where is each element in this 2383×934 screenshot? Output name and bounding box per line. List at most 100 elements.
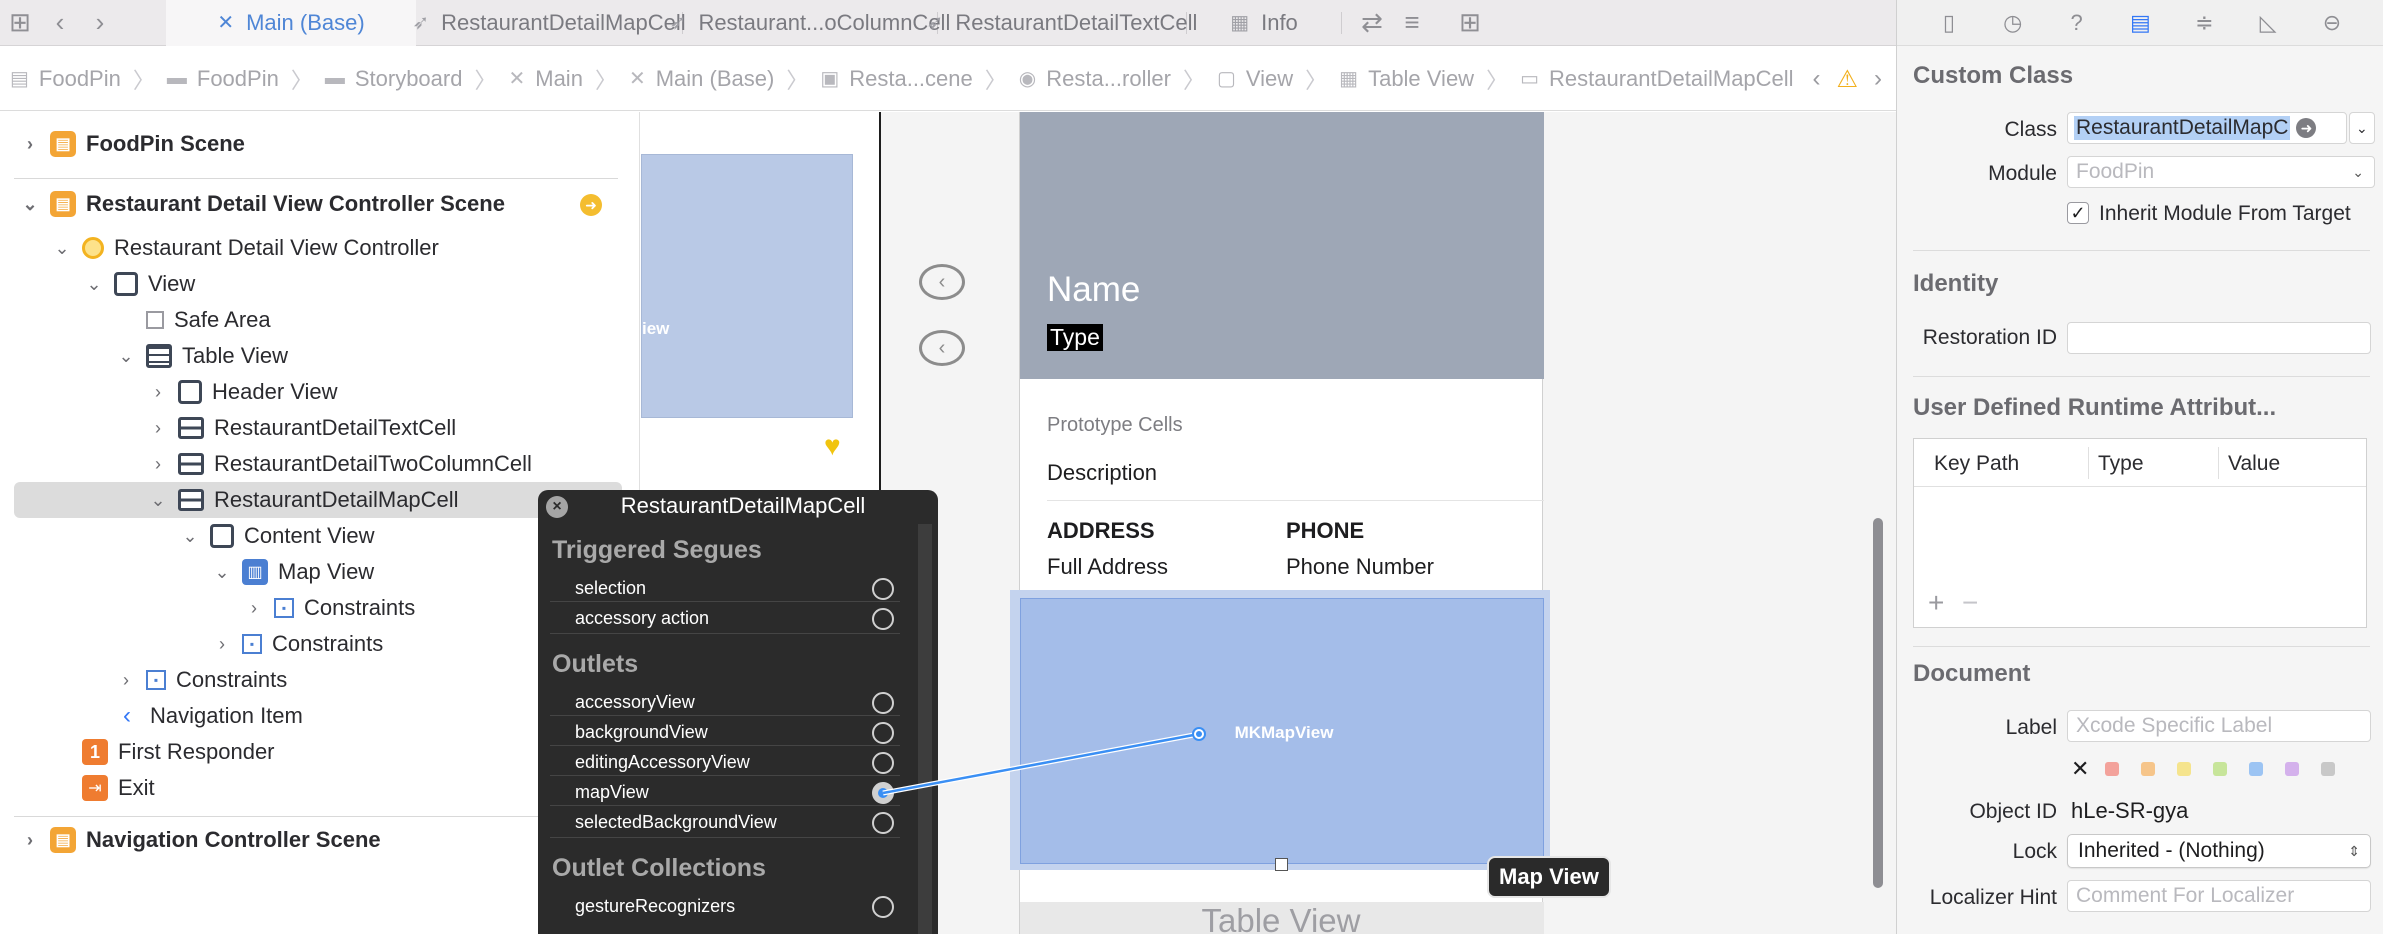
restaurant-detail-scene[interactable]: Name Type Prototype Cells Description AD… [1010, 112, 1550, 934]
previous-issue-icon[interactable]: ‹ [1812, 65, 1820, 93]
outline-content-view[interactable]: ⌄ Content View [178, 518, 374, 554]
segue-accessory-action-circle[interactable] [872, 608, 894, 630]
label-color-orange[interactable] [2141, 762, 2155, 776]
outline-foodpin-scene[interactable]: › ▤ FoodPin Scene [18, 126, 245, 162]
document-label-field[interactable]: Xcode Specific Label [2067, 710, 2371, 742]
udra-column-type[interactable]: Type [2098, 452, 2144, 476]
back-icon[interactable]: ‹ [40, 0, 80, 46]
full-address-label[interactable]: Full Address [1047, 554, 1168, 580]
segue-selection-circle[interactable] [872, 578, 894, 600]
heart-icon[interactable]: ♥ [824, 430, 841, 462]
label-color-yellow[interactable] [2177, 762, 2191, 776]
breadcrumb-view[interactable]: ▢ View 〉 [1217, 63, 1339, 95]
disclosure-open-icon[interactable]: ⌄ [50, 238, 74, 259]
go-to-class-icon[interactable]: ➜ [2296, 118, 2317, 138]
outline-text-cell[interactable]: › RestaurantDetailTextCell [146, 410, 456, 446]
outline-restaurant-detail-scene[interactable]: ⌄ ▤ Restaurant Detail View Controller Sc… [18, 186, 505, 222]
outlet-map-view-circle[interactable] [872, 782, 894, 804]
connections-inspector-icon[interactable]: ⊖ [2314, 10, 2350, 36]
outlet-accessory-view-circle[interactable] [872, 692, 894, 714]
outline-header-view[interactable]: › Header View [146, 374, 338, 410]
tab-main-base[interactable]: ✕ Main (Base) [166, 0, 416, 46]
resize-handle[interactable] [1275, 858, 1288, 871]
add-attribute-icon[interactable]: + [1928, 587, 1944, 619]
udra-column-key-path[interactable]: Key Path [1934, 452, 2019, 476]
label-color-purple[interactable] [2285, 762, 2299, 776]
header-type-label[interactable]: Type [1047, 324, 1103, 351]
outline-map-cell[interactable]: ⌄ RestaurantDetailMapCell [146, 482, 458, 518]
outline-table-view[interactable]: ⌄ Table View [114, 338, 288, 374]
next-issue-icon[interactable]: › [1874, 65, 1882, 93]
breadcrumb-table-view[interactable]: ▦ Table View 〉 [1339, 63, 1520, 95]
add-editor-icon[interactable]: ⊞ [1450, 0, 1490, 46]
clear-color-icon[interactable]: ✕ [2071, 756, 2089, 782]
file-inspector-icon[interactable]: ▯ [1931, 10, 1967, 36]
disclosure-closed-icon[interactable]: › [210, 634, 234, 655]
breadcrumb-storyboard-folder[interactable]: ▬ Storyboard 〉 [325, 63, 509, 95]
outline-navigation-item[interactable]: ‹ Navigation Item [82, 698, 303, 734]
outlet-selected-background-view-circle[interactable] [872, 812, 894, 834]
header-name-label[interactable]: Name [1047, 270, 1140, 310]
history-inspector-icon[interactable]: ◷ [1995, 10, 2031, 36]
disclosure-open-icon[interactable]: ⌄ [146, 490, 170, 511]
inherit-module-checkbox[interactable]: ✓ [2067, 202, 2089, 224]
lines-icon[interactable]: ≡ [1392, 0, 1432, 46]
segue-connection-icon[interactable]: ‹ [919, 264, 965, 300]
outline-content-constraints[interactable]: › ▪ Constraints [210, 626, 383, 662]
outline-exit[interactable]: ⇥ Exit [50, 770, 155, 806]
scene-entry-arrow-icon[interactable]: ➜ [580, 194, 602, 216]
tab-restaurant-detail-text-cell[interactable]: ➶ RestaurantDetailTextCell [927, 0, 1198, 46]
disclosure-closed-icon[interactable]: › [18, 134, 42, 155]
outline-view[interactable]: ⌄ View [82, 266, 195, 302]
left-map-view[interactable]: iew [641, 154, 853, 418]
outline-first-responder[interactable]: 1 First Responder [50, 734, 275, 770]
tab-restaurant-two-column-cell[interactable]: ➶ Restaurant...oColumnCell [670, 0, 951, 46]
help-inspector-icon[interactable]: ? [2059, 10, 2095, 36]
close-icon[interactable]: × [546, 496, 568, 518]
popup-scrollbar[interactable] [918, 524, 932, 934]
label-color-green[interactable] [2213, 762, 2227, 776]
disclosure-open-icon[interactable]: ⌄ [82, 274, 106, 295]
disclosure-closed-icon[interactable]: › [242, 598, 266, 619]
outline-map-constraints[interactable]: › ▪ Constraints [242, 590, 415, 626]
udra-column-value[interactable]: Value [2228, 452, 2280, 476]
phone-number-label[interactable]: Phone Number [1286, 554, 1434, 580]
outlet-background-view-circle[interactable] [872, 722, 894, 744]
disclosure-closed-icon[interactable]: › [146, 382, 170, 403]
swap-icon[interactable]: ⇄ [1352, 0, 1392, 46]
outline-view-controller[interactable]: ⌄ Restaurant Detail View Controller [50, 230, 438, 266]
udra-table[interactable]: Key Path Type Value + − [1913, 438, 2367, 628]
disclosure-closed-icon[interactable]: › [18, 830, 42, 851]
segue-connection-icon[interactable]: ‹ [919, 330, 965, 366]
outline-safe-area[interactable]: Safe Area [114, 302, 271, 338]
breadcrumb-main[interactable]: ✕ Main 〉 [508, 63, 628, 95]
map-view[interactable]: MKMapView [1020, 598, 1544, 864]
outline-navigation-controller-scene[interactable]: › ▤ Navigation Controller Scene [18, 822, 381, 858]
address-title-label[interactable]: ADDRESS [1047, 518, 1155, 544]
disclosure-open-icon[interactable]: ⌄ [114, 346, 138, 367]
localizer-hint-field[interactable]: Comment For Localizer [2067, 880, 2371, 912]
label-color-blue[interactable] [2249, 762, 2263, 776]
attributes-inspector-icon[interactable]: ≑ [2186, 10, 2222, 36]
breadcrumb-main-base[interactable]: ✕ Main (Base) 〉 [629, 63, 820, 95]
outlet-gesture-recognizers-circle[interactable] [872, 896, 894, 918]
description-label[interactable]: Description [1047, 460, 1157, 486]
grid-icon[interactable]: ⊞ [0, 0, 40, 46]
restoration-id-field[interactable] [2067, 322, 2371, 354]
tab-info[interactable]: ▦ Info [1187, 0, 1341, 46]
outline-map-view[interactable]: ⌄ ▥ Map View [210, 554, 374, 590]
identity-inspector-icon[interactable]: ▤ [2122, 10, 2158, 36]
label-color-red[interactable] [2105, 762, 2119, 776]
header-view[interactable]: Name Type [1020, 112, 1544, 379]
disclosure-open-icon[interactable]: ⌄ [178, 526, 202, 547]
canvas-scrollbar[interactable] [1873, 518, 1883, 888]
class-dropdown-icon[interactable]: ⌄ [2349, 112, 2375, 144]
outline-two-column-cell[interactable]: › RestaurantDetailTwoColumnCell [146, 446, 532, 482]
class-field[interactable]: RestaurantDetailMapC ➜ [2067, 112, 2347, 144]
module-field[interactable]: FoodPin ⌄ [2067, 156, 2375, 188]
breadcrumb-map-cell[interactable]: ▭ RestaurantDetailMapCell [1520, 66, 1793, 92]
remove-attribute-icon[interactable]: − [1962, 587, 1978, 619]
breadcrumb-scene[interactable]: ▣ Resta...cene 〉 [820, 63, 1018, 95]
outline-view-constraints[interactable]: › ▪ Constraints [114, 662, 287, 698]
warning-icon[interactable]: ⚠ [1836, 65, 1858, 94]
